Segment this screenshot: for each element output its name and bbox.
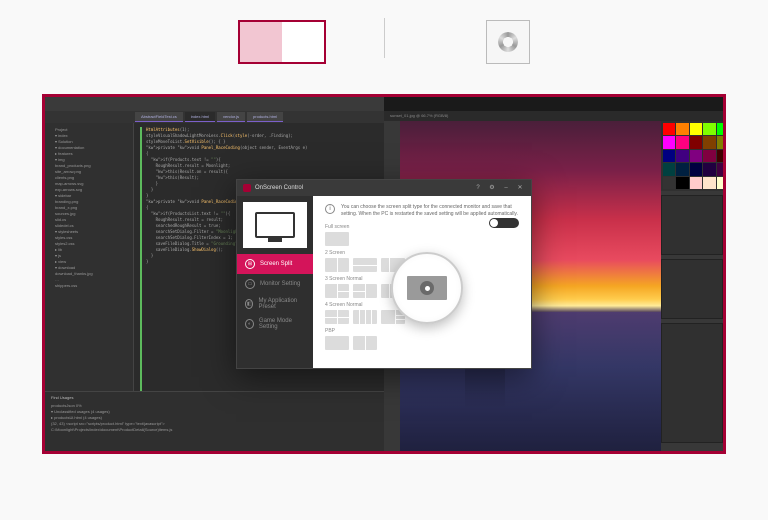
lg-logo-icon — [243, 184, 251, 192]
monitor-small-icon: ▭ — [245, 279, 255, 289]
zoomed-layout — [407, 276, 447, 300]
grid-icon: ⊞ — [245, 259, 255, 269]
section-pbp: PBP — [325, 328, 519, 334]
checkmark-icon — [420, 281, 434, 295]
layout-option[interactable] — [353, 284, 377, 298]
osc-body: ⊞ Screen Split ▭ Monitor Setting ◧ My Ap… — [237, 196, 531, 368]
ide-tab[interactable]: AbstractFieldTest.cs — [135, 112, 183, 122]
ps-doc-tab[interactable]: sunset_01.jpg @ 66.7% (RGB/8) — [384, 111, 723, 121]
zoom-lens — [391, 252, 463, 324]
nav-label: Screen Split — [260, 261, 292, 267]
nav-screen-split[interactable]: ⊞ Screen Split — [237, 254, 313, 274]
layers-panel[interactable] — [661, 259, 723, 319]
osc-titlebar[interactable]: OnScreen Control ? ⚙ – ✕ — [237, 180, 531, 196]
ps-titlebar — [384, 97, 723, 111]
nav-app-preset[interactable]: ◧ My Application Preset — [237, 294, 313, 314]
osc-title: OnScreen Control — [255, 185, 469, 191]
color-swatches[interactable] — [661, 121, 723, 191]
layout-option[interactable] — [325, 232, 349, 246]
adjustments-panel[interactable] — [661, 195, 723, 255]
info-icon: i — [325, 204, 335, 214]
layout-option[interactable] — [353, 336, 377, 350]
nav-label: My Application Preset — [258, 298, 305, 310]
tab-split-right — [282, 22, 324, 62]
settings-icon[interactable]: ⚙ — [487, 183, 497, 193]
ide-titlebar — [45, 97, 384, 111]
preset-icon: ◧ — [245, 299, 253, 309]
osc-info: i You can choose the screen split type f… — [325, 204, 519, 218]
right-panels[interactable] — [661, 121, 723, 451]
tab-split-left — [240, 22, 282, 62]
ide-tab[interactable]: vendor.js — [217, 112, 245, 122]
feature-toggle[interactable] — [489, 218, 519, 228]
onscreen-control-dialog: OnScreen Control ? ⚙ – ✕ ⊞ Screen Split … — [236, 179, 532, 369]
help-icon[interactable]: ? — [473, 183, 483, 193]
layout-option[interactable] — [325, 284, 349, 298]
tab-divider — [384, 18, 385, 58]
layouts-pbp — [325, 336, 519, 350]
nav-monitor-setting[interactable]: ▭ Monitor Setting — [237, 274, 313, 294]
minimize-icon[interactable]: – — [501, 183, 511, 193]
layout-option[interactable] — [325, 336, 349, 350]
spinner-icon — [498, 32, 518, 52]
monitor-icon — [255, 212, 295, 238]
osc-nav: ⊞ Screen Split ▭ Monitor Setting ◧ My Ap… — [237, 254, 313, 368]
game-icon: ◐ — [245, 319, 254, 329]
layout-option[interactable] — [353, 258, 377, 272]
monitor-preview — [243, 202, 307, 248]
tab-split[interactable] — [238, 20, 326, 64]
tab-loading[interactable] — [486, 20, 530, 64]
nav-label: Game Mode Setting — [259, 318, 305, 330]
osc-sidebar: ⊞ Screen Split ▭ Monitor Setting ◧ My Ap… — [237, 196, 313, 368]
nav-game-mode[interactable]: ◐ Game Mode Setting — [237, 314, 313, 334]
close-icon[interactable]: ✕ — [515, 183, 525, 193]
panel-title: Find Usages — [51, 395, 378, 401]
find-usages-panel[interactable]: Find Usages productsJson 0%▾ Unclassifie… — [45, 391, 384, 451]
nav-label: Monitor Setting — [260, 281, 300, 287]
layout-option[interactable] — [353, 310, 377, 324]
ide-tab-active[interactable]: index.html — [185, 112, 215, 122]
screenshot-canvas: AbstractFieldTest.cs index.html vendor.j… — [42, 94, 726, 454]
ide-tab[interactable]: products.html — [247, 112, 283, 122]
osc-content: i You can choose the screen split type f… — [313, 196, 531, 368]
history-panel[interactable] — [661, 323, 723, 443]
info-text: You can choose the screen split type for… — [341, 204, 519, 218]
layout-option[interactable] — [325, 258, 349, 272]
mode-tabs — [0, 0, 768, 94]
ide-tabbar: AbstractFieldTest.cs index.html vendor.j… — [45, 111, 384, 123]
layout-option[interactable] — [325, 310, 349, 324]
layouts-full — [325, 232, 519, 246]
